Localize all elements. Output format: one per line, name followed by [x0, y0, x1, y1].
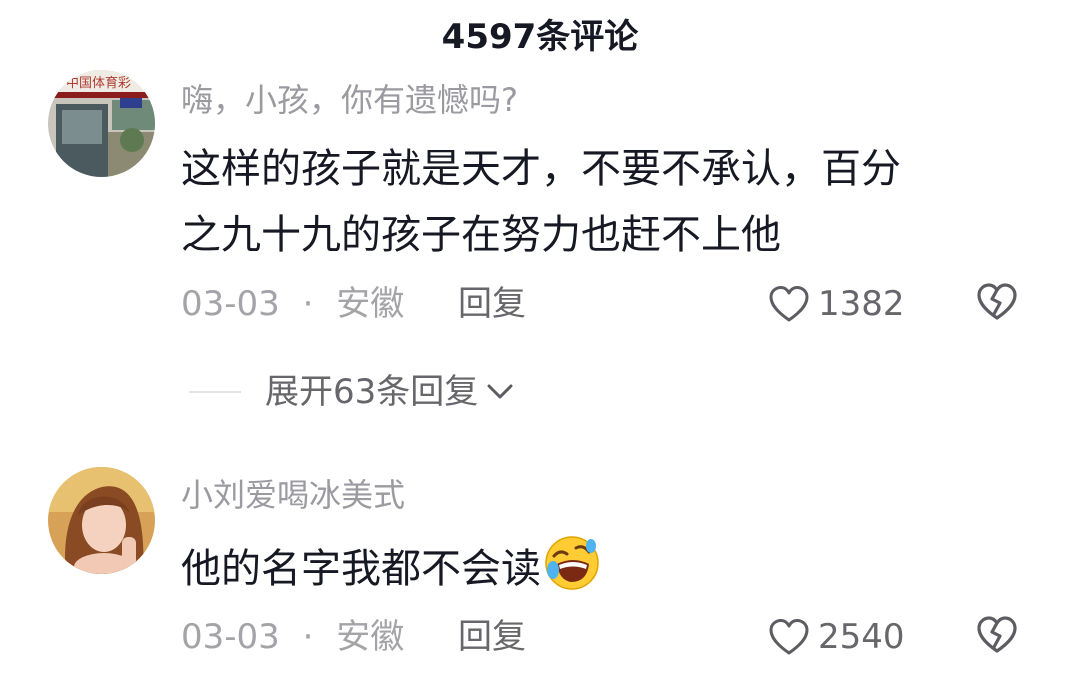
heart-icon	[769, 619, 809, 655]
comment-count-title: 4597条评论	[441, 17, 639, 57]
chevron-down-icon	[487, 384, 513, 399]
comment-location: 安徽	[336, 617, 405, 657]
reply-button[interactable]: 回复	[458, 282, 526, 326]
expand-replies-label: 展开63条回复	[265, 372, 479, 412]
comment-text-line: 这样的孩子就是天才，不要不承认，百分	[181, 146, 901, 192]
meta-separator: ·	[302, 617, 314, 657]
broken-heart-icon	[977, 616, 1017, 653]
expand-replies-button[interactable]: 展开63条回复	[189, 370, 516, 414]
like-count: 1382	[818, 284, 905, 324]
dislike-button[interactable]	[975, 615, 1019, 659]
reply-button[interactable]: 回复	[458, 615, 526, 659]
comment-username[interactable]: 嗨，小孩，你有遗憾吗?	[181, 80, 518, 120]
comment-text: 他的名字我都不会读	[181, 534, 1021, 602]
like-count: 2540	[818, 617, 905, 657]
comment-meta: 03-03 · 安徽	[181, 615, 404, 659]
like-button[interactable]: 2540	[768, 615, 905, 659]
comment-text-content: 他的名字我都不会读	[181, 546, 541, 592]
comment-text-line: 之九十九的孩子在努力也赶不上他	[181, 212, 781, 258]
comment-text: 这样的孩子就是天才，不要不承认，百分 之九十九的孩子在努力也赶不上他	[181, 136, 1021, 268]
comment-meta: 03-03 · 安徽	[181, 282, 404, 326]
broken-heart-icon	[977, 283, 1017, 320]
comment-date: 03-03	[181, 617, 280, 657]
comment-username[interactable]: 小刘爱喝冰美式	[181, 475, 405, 515]
meta-separator: ·	[302, 284, 314, 324]
avatar-sign-text: 中国体育彩	[66, 75, 131, 91]
heart-icon	[769, 286, 809, 322]
expand-divider	[189, 391, 241, 393]
like-button[interactable]: 1382	[768, 282, 905, 326]
comment-location: 安徽	[336, 284, 405, 324]
avatar[interactable]	[48, 467, 155, 574]
avatar[interactable]: 中国体育彩	[48, 70, 155, 177]
dislike-button[interactable]	[975, 282, 1019, 326]
comment-date: 03-03	[181, 284, 280, 324]
rolling-laughing-emoji-icon	[545, 536, 599, 590]
